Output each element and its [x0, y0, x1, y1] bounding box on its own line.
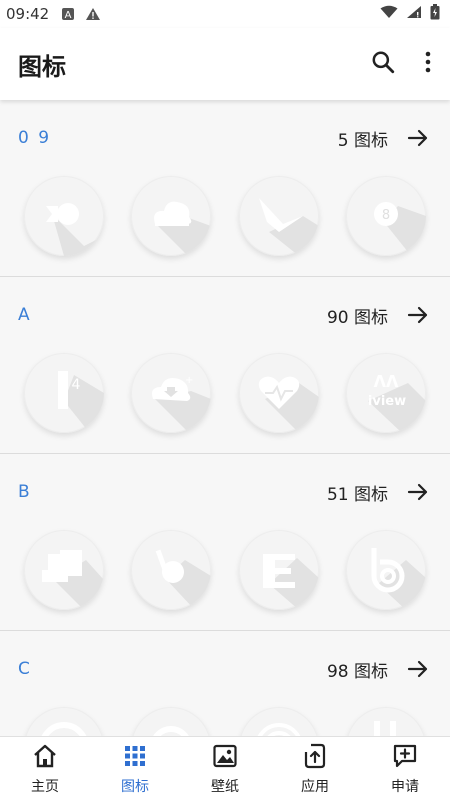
- section-header[interactable]: 0 9 5 图标: [0, 124, 450, 152]
- nav-item-home[interactable]: 主页: [0, 737, 90, 800]
- svg-text:8: 8: [382, 208, 390, 223]
- arrow-right-icon[interactable]: [406, 480, 430, 504]
- section-count: 90 图标: [326, 307, 388, 328]
- icons-row: [24, 530, 426, 610]
- icon-sections-list[interactable]: 0 9 5 图标 8 A 90 图标 4 + ᐱᐱ iview B 51 图标 …: [0, 100, 450, 736]
- nav-label: 主页: [31, 778, 59, 795]
- nav-label: 图标: [121, 778, 149, 795]
- page-title: 图标: [18, 52, 66, 81]
- app-icon[interactable]: 8: [345, 176, 426, 256]
- svg-text:iview: iview: [368, 394, 406, 409]
- section-header[interactable]: A 90 图标: [0, 301, 450, 329]
- app-icon[interactable]: [131, 530, 212, 610]
- nav-item-apply[interactable]: 应用: [270, 737, 360, 800]
- arrow-right-icon[interactable]: [406, 126, 430, 150]
- home-icon: [31, 742, 59, 774]
- svg-text:ᐱᐱ: ᐱᐱ: [374, 372, 399, 391]
- app-icon[interactable]: [238, 176, 319, 256]
- apply-icon: [301, 742, 329, 774]
- section-b: B 51 图标: [0, 454, 450, 631]
- app-bar: 图标: [0, 28, 450, 100]
- more-options-icon[interactable]: [424, 50, 432, 78]
- section-header[interactable]: B 51 图标: [0, 478, 450, 506]
- app-icon[interactable]: [131, 176, 212, 256]
- app-icon[interactable]: [345, 530, 426, 610]
- wifi-icon: [380, 5, 398, 23]
- section-header[interactable]: C 98 图标: [0, 655, 450, 683]
- app-icon[interactable]: [238, 707, 319, 736]
- app-icon[interactable]: ᐱᐱ iview: [345, 353, 426, 433]
- app-icon[interactable]: [238, 353, 319, 433]
- battery-icon: [430, 4, 440, 24]
- nav-label: 申请: [391, 778, 419, 795]
- section-count: 51 图标: [326, 484, 388, 505]
- section-a: A 90 图标 4 + ᐱᐱ iview: [0, 277, 450, 454]
- app-icon[interactable]: [24, 707, 104, 736]
- svg-text:+: +: [185, 375, 193, 386]
- search-icon[interactable]: [370, 49, 396, 79]
- section-count: 98 图标: [326, 661, 388, 682]
- icons-row: [24, 707, 426, 736]
- status-bar: 09:42 A: [0, 0, 450, 28]
- wallpaper-icon: [211, 742, 239, 774]
- nav-item-request[interactable]: 申请: [360, 737, 450, 800]
- warning-icon: [85, 7, 101, 21]
- notification-a-icon: A: [61, 7, 75, 21]
- status-time: 09:42: [6, 5, 50, 23]
- app-icon[interactable]: 4: [24, 353, 104, 433]
- svg-text:A: A: [65, 10, 72, 21]
- arrow-right-icon[interactable]: [406, 657, 430, 681]
- grid-icon: [121, 742, 149, 774]
- section-title: 0 9: [18, 128, 52, 148]
- request-icon: [391, 742, 419, 774]
- app-icon[interactable]: [24, 176, 104, 256]
- section-title: A: [18, 305, 32, 325]
- nav-item-icons[interactable]: 图标: [90, 737, 180, 800]
- section-title: C: [18, 659, 32, 679]
- app-icon[interactable]: [131, 707, 212, 736]
- app-icon[interactable]: +: [131, 353, 212, 433]
- app-icon[interactable]: [24, 530, 104, 610]
- nav-label: 壁纸: [211, 778, 239, 795]
- section-c: C 98 图标: [0, 631, 450, 736]
- section-0-9: 0 9 5 图标 8: [0, 100, 450, 277]
- svg-text:4: 4: [72, 377, 81, 393]
- arrow-right-icon[interactable]: [406, 303, 430, 327]
- icons-row: 8: [24, 176, 426, 256]
- nav-item-wallpapers[interactable]: 壁纸: [180, 737, 270, 800]
- signal-icon: [406, 5, 422, 23]
- section-count: 5 图标: [337, 130, 388, 151]
- app-icon[interactable]: [238, 530, 319, 610]
- icons-row: 4 + ᐱᐱ iview: [24, 353, 426, 433]
- app-icon[interactable]: [345, 707, 426, 736]
- nav-label: 应用: [301, 778, 329, 795]
- section-title: B: [18, 482, 32, 502]
- bottom-navigation: 主页 图标 壁纸 应用 申请: [0, 736, 450, 800]
